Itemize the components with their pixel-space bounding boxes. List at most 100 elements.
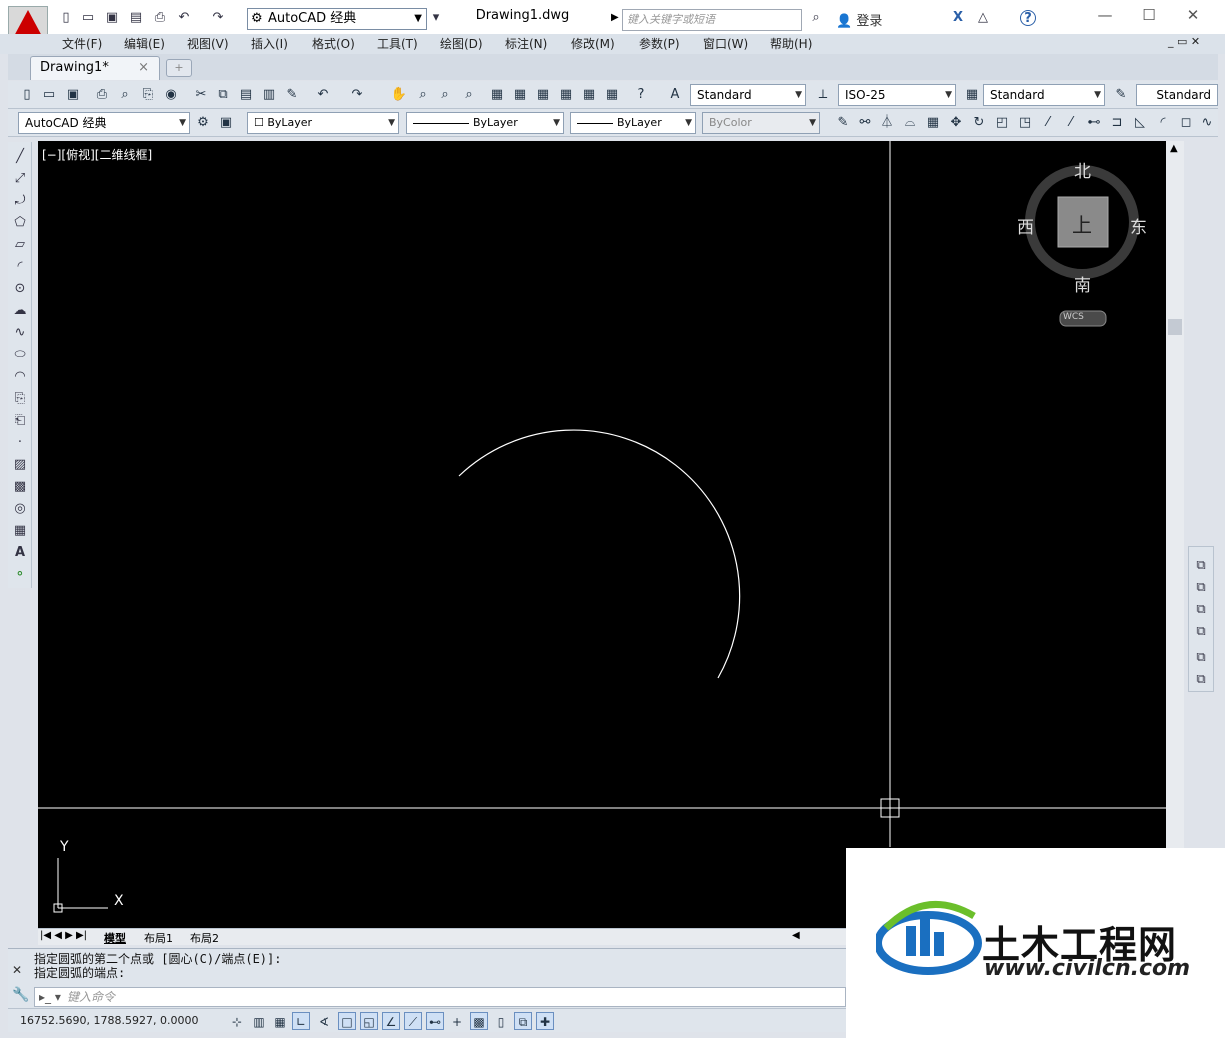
lineweight-select[interactable]: ByLayer ▼ (570, 112, 696, 134)
help-icon[interactable]: ? (1020, 10, 1036, 26)
close-button[interactable]: ✕ (1178, 6, 1208, 24)
scroll-thumb[interactable] (1168, 319, 1182, 335)
gear-icon[interactable]: ⚙ (194, 114, 212, 132)
object-snap-tracking-icon[interactable]: ∠ (382, 1012, 400, 1030)
erase-icon[interactable]: ✎ (834, 114, 852, 132)
dim-style-select[interactable]: ISO-25 ▼ (838, 84, 956, 106)
mleader-style-icon[interactable]: ✎ (1112, 86, 1130, 104)
calculator-icon[interactable]: ▦ (603, 86, 621, 104)
array-icon[interactable]: ▦ (924, 114, 942, 132)
command-input[interactable]: ▸_ ▾ 键入命令 (34, 987, 846, 1007)
offset-icon[interactable]: ⌓ (901, 114, 919, 132)
scale-icon[interactable]: ◰ (993, 114, 1011, 132)
viewcube-east[interactable]: 东 (1130, 213, 1147, 238)
revision-cloud-icon[interactable]: ☁ (11, 302, 29, 320)
extend-icon[interactable]: ⁄ (1062, 114, 1080, 132)
copy-object-icon[interactable]: ⚯ (856, 114, 874, 132)
copy-icon[interactable]: ⧉ (214, 86, 232, 104)
circle-icon[interactable]: ⊙ (11, 280, 29, 298)
plot-preview-icon[interactable]: ⌕ (116, 86, 134, 104)
3d-dwf-icon[interactable]: ◉ (162, 86, 180, 104)
maximize-button[interactable]: ☐ (1134, 6, 1164, 24)
new-icon[interactable]: ▯ (58, 10, 74, 26)
cut-icon[interactable]: ✂ (192, 86, 210, 104)
menu-file[interactable]: 文件(F) (62, 35, 102, 52)
viewcube-south[interactable]: 南 (1074, 271, 1091, 296)
close-command-icon[interactable]: ✕ (12, 963, 22, 977)
open-icon[interactable]: ▭ (40, 86, 58, 104)
close-tab-icon[interactable]: × (138, 57, 149, 79)
explode-icon[interactable]: ◻ (1177, 114, 1195, 132)
zoom-window-icon[interactable]: ⌕ (436, 86, 454, 104)
undo-icon[interactable]: ↶ (176, 10, 192, 26)
tab-layout2[interactable]: 布局2 (190, 930, 219, 946)
infer-constraints-icon[interactable]: ⊹ (228, 1012, 246, 1030)
menu-view[interactable]: 视图(V) (187, 35, 229, 52)
table-style-select[interactable]: Standard ▼ (983, 84, 1105, 106)
scroll-up-icon[interactable]: ▲ (1170, 143, 1178, 154)
trim-icon[interactable]: ⁄ (1039, 114, 1057, 132)
3d-osnap-icon[interactable]: ◱ (360, 1012, 378, 1030)
transparency-icon[interactable]: ▩ (470, 1012, 488, 1030)
menu-format[interactable]: 格式(O) (312, 35, 355, 52)
point-icon[interactable]: · (11, 434, 29, 452)
publish-icon[interactable]: ⎘ (139, 86, 157, 104)
ellipse-icon[interactable]: ⬭ (11, 346, 29, 364)
send-to-back-icon[interactable]: ⧉ (1192, 579, 1210, 597)
polar-tracking-icon[interactable]: ∢ (315, 1012, 333, 1030)
undo-icon[interactable]: ↶ (314, 86, 332, 104)
menu-edit[interactable]: 编辑(E) (124, 35, 165, 52)
zoom-realtime-icon[interactable]: ⌕ (414, 86, 432, 104)
tab-layout1[interactable]: 布局1 (144, 930, 173, 946)
zoom-previous-icon[interactable]: ⌕ (460, 86, 478, 104)
mirror-icon[interactable]: ⏃ (878, 114, 896, 132)
redo-icon[interactable]: ↷ (210, 10, 226, 26)
layer-manager-icon[interactable]: ▣ (217, 114, 235, 132)
viewcube-top-face[interactable]: 上 (1072, 209, 1092, 238)
design-center-icon[interactable]: ▦ (511, 86, 529, 104)
lineweight-icon[interactable]: + (448, 1012, 466, 1030)
text-style-select[interactable]: Standard ▼ (690, 84, 806, 106)
stretch-icon[interactable]: ◳ (1016, 114, 1034, 132)
selection-cycling-icon[interactable]: ⧉ (514, 1012, 532, 1030)
scroll-left-icon[interactable]: ◀ (792, 930, 800, 941)
plot-icon[interactable]: ⎙ (93, 86, 111, 104)
binoculars-icon[interactable]: ⌕ (808, 10, 824, 26)
workspace-select[interactable]: AutoCAD 经典 ▼ (18, 112, 190, 134)
tool-palettes-icon[interactable]: ▦ (534, 86, 552, 104)
block-editor-icon[interactable]: ✎ (283, 86, 301, 104)
line-icon[interactable]: ╱ (11, 148, 29, 166)
expand-arrow-icon[interactable]: ▶ (611, 12, 619, 23)
table-style-icon[interactable]: ▦ (963, 86, 981, 104)
exchange-icon[interactable]: X (950, 10, 966, 26)
arc-icon[interactable]: ◜ (11, 258, 29, 276)
text-style-icon[interactable]: A (666, 86, 684, 104)
polyline-icon[interactable]: ⤾ (11, 192, 29, 210)
menu-parametric[interactable]: 参数(P) (639, 35, 680, 52)
spline-icon[interactable]: ∿ (11, 324, 29, 342)
print-icon[interactable]: ⎙ (152, 10, 168, 26)
menu-draw[interactable]: 绘图(D) (440, 35, 483, 52)
save-icon[interactable]: ▣ (64, 86, 82, 104)
open-icon[interactable]: ▭ (80, 10, 96, 26)
add-selected-icon[interactable]: ⚬ (11, 566, 29, 584)
rectangle-icon[interactable]: ▱ (11, 236, 29, 254)
drawing-canvas[interactable]: [−][俯视][二维线框] 北 南 东 西 上 WCS Y X (38, 141, 1166, 928)
construction-line-icon[interactable]: ⤢ (11, 170, 29, 188)
markup-icon[interactable]: ▦ (580, 86, 598, 104)
send-under-icon[interactable]: ⧉ (1192, 623, 1210, 641)
vertical-scrollbar[interactable]: ▲ (1166, 141, 1184, 948)
tab-nav-icons[interactable]: |◀ ◀ ▶ ▶| (40, 930, 87, 941)
layer-select[interactable]: ☐ ByLayer ▼ (247, 112, 399, 134)
bring-to-front-icon[interactable]: ⧉ (1192, 557, 1210, 575)
cursor-coordinates[interactable]: 16752.5690, 1788.5927, 0.0000 (20, 1014, 198, 1027)
multiline-text-icon[interactable]: A (11, 544, 29, 562)
chamfer-icon[interactable]: ◺ (1131, 114, 1149, 132)
workspace-switcher[interactable]: ⚙ AutoCAD 经典 ▼ (247, 8, 427, 30)
menu-modify[interactable]: 修改(M) (571, 35, 615, 52)
search-input[interactable]: 键入关键字或短语 (622, 9, 802, 31)
table-icon[interactable]: ▦ (11, 522, 29, 540)
hatch-icon[interactable]: ▨ (11, 456, 29, 474)
dim-style-icon[interactable]: ⟂ (814, 86, 832, 104)
pan-icon[interactable]: ✋ (390, 86, 408, 104)
